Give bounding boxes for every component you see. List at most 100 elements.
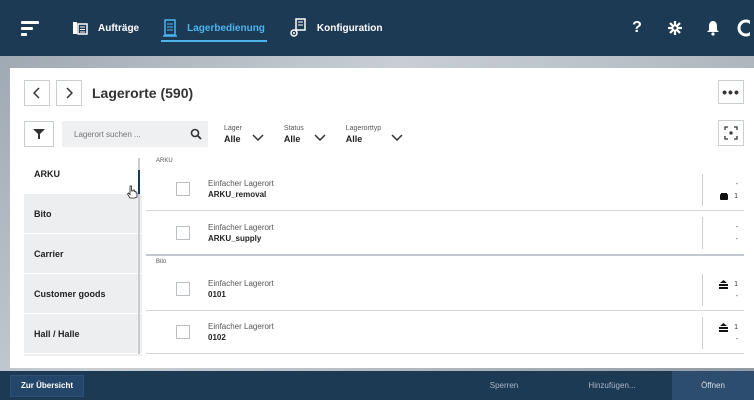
help-button[interactable]: ? bbox=[618, 0, 656, 56]
dropdown-lager[interactable]: Lager Alle bbox=[224, 124, 264, 145]
main-panel: Lagerorte (590) ••• Lager Alle Status Al… bbox=[10, 68, 754, 368]
stack-icon bbox=[719, 322, 729, 332]
hand-cursor-icon bbox=[126, 185, 138, 199]
dropdown-lagerorttyp-text: Lagerorttyp Alle bbox=[346, 124, 381, 145]
row-name: ARKU_supply bbox=[208, 233, 262, 243]
dropdown-lager-label: Lager bbox=[224, 124, 242, 132]
dropdown-status-value: Alle bbox=[283, 133, 301, 144]
row-checkbox[interactable] bbox=[176, 225, 190, 240]
row-name: 0102 bbox=[208, 333, 226, 342]
list-item[interactable]: Einfacher Lagerort 0101 1 - bbox=[146, 268, 744, 311]
sidebar-item-label: Bito bbox=[34, 208, 52, 219]
row-stock-top: 1 bbox=[715, 278, 744, 290]
nav-item-auftraege[interactable]: Aufträge bbox=[60, 0, 151, 56]
chevron-right-icon bbox=[66, 87, 73, 99]
help-icon: ? bbox=[632, 19, 642, 36]
bell-icon bbox=[707, 21, 719, 36]
row-checkbox[interactable] bbox=[176, 325, 190, 339]
scrollbar-thumb[interactable] bbox=[138, 170, 140, 194]
row-text: Einfacher Lagerort ARKU_supply bbox=[208, 222, 274, 244]
row-stock-top: - bbox=[715, 178, 744, 190]
dropdown-lagerorttyp[interactable]: Lagerorttyp Alle bbox=[346, 124, 403, 145]
row-stock-bottom-value: 1 bbox=[734, 192, 738, 200]
chevron-down-icon bbox=[314, 133, 326, 141]
row-stock-bottom: - bbox=[715, 290, 744, 302]
row-stock-info: - - bbox=[702, 217, 744, 249]
more-options-button[interactable]: ••• bbox=[718, 80, 744, 104]
filter-button[interactable] bbox=[24, 121, 54, 147]
row-type: Einfacher Lagerort bbox=[208, 222, 274, 232]
row-stock-bottom: - bbox=[715, 233, 744, 245]
list-item[interactable]: Einfacher Lagerort ARKU_supply - - bbox=[146, 211, 744, 254]
sidebar-item-hall-halle[interactable]: Hall / Halle bbox=[24, 314, 142, 354]
row-stock-top-value: 1 bbox=[734, 323, 738, 331]
row-text: Einfacher Lagerort 0102 bbox=[208, 321, 274, 343]
row-stock-info: 1 - bbox=[702, 317, 744, 349]
nav-label-auftraege: Aufträge bbox=[98, 22, 140, 34]
dropdown-lagerorttyp-value: Alle bbox=[345, 133, 363, 144]
box-icon bbox=[720, 192, 729, 200]
row-text: Einfacher Lagerort ARKU_removal bbox=[208, 178, 274, 200]
sidebar-item-customer-goods[interactable]: Customer goods bbox=[24, 274, 142, 314]
logo-icon bbox=[21, 18, 39, 39]
nav-item-konfiguration[interactable]: Konfiguration bbox=[277, 0, 395, 56]
group-header-bito: Bito bbox=[146, 254, 744, 268]
group-header-arku: ARKU bbox=[146, 154, 744, 168]
bottom-action-bar: Zur Übersicht Sperren Hinzufügen... Öffn… bbox=[0, 371, 754, 400]
sidebar-item-carrier[interactable]: Carrier bbox=[24, 234, 142, 274]
settings-button[interactable] bbox=[656, 0, 694, 56]
document-icon bbox=[72, 21, 88, 35]
sidebar-scrollbar[interactable] bbox=[138, 158, 140, 354]
dropdown-lager-text: Lager Alle bbox=[224, 124, 242, 145]
stack-icon bbox=[719, 279, 729, 289]
sidebar-item-arku[interactable]: ARKU bbox=[24, 154, 142, 194]
row-stock-top-value: 1 bbox=[734, 280, 738, 288]
more-icon: ••• bbox=[722, 84, 740, 100]
panel-header: Lagerorte (590) bbox=[24, 80, 193, 106]
row-type: Einfacher Lagerort bbox=[208, 279, 274, 288]
scan-button[interactable] bbox=[718, 120, 744, 146]
app-logo[interactable] bbox=[0, 0, 60, 56]
funnel-icon bbox=[33, 129, 45, 139]
row-name: ARKU_removal bbox=[208, 190, 267, 199]
row-type: Einfacher Lagerort bbox=[208, 322, 274, 331]
notifications-button[interactable] bbox=[694, 0, 732, 56]
dropdown-status[interactable]: Status Alle bbox=[284, 124, 326, 145]
row-stock-bottom: 1 bbox=[715, 190, 744, 202]
user-icon bbox=[737, 19, 750, 37]
nav-item-lagerbedienung[interactable]: Lagerbedienung bbox=[151, 0, 277, 56]
chevron-down-icon bbox=[391, 133, 403, 141]
dropdown-status-text: Status Alle bbox=[284, 124, 304, 145]
chevron-down-icon bbox=[252, 133, 264, 141]
overview-button[interactable]: Zur Übersicht bbox=[10, 374, 85, 397]
list-item[interactable]: Einfacher Lagerort 0102 1 - bbox=[146, 311, 744, 354]
row-stock-info: 1 - bbox=[702, 274, 744, 306]
add-button[interactable]: Hinzufügen... bbox=[568, 371, 656, 400]
row-checkbox[interactable] bbox=[176, 282, 190, 296]
dropdown-lager-value: Alle bbox=[224, 133, 241, 144]
sidebar-item-label: Carrier bbox=[34, 248, 64, 259]
shelf-icon bbox=[163, 19, 178, 37]
search-icon[interactable] bbox=[190, 127, 202, 145]
lock-button[interactable]: Sperren bbox=[466, 371, 542, 400]
dropdown-status-label: Status bbox=[283, 124, 304, 132]
filter-bar: Lager Alle Status Alle Lagerorttyp Alle bbox=[24, 120, 403, 148]
user-button[interactable] bbox=[732, 0, 754, 56]
warehouse-sidebar: ARKU Bito Carrier Customer goods Hall / … bbox=[24, 154, 142, 356]
sidebar-item-label: ARKU bbox=[34, 168, 60, 179]
row-text: Einfacher Lagerort 0101 bbox=[208, 278, 274, 300]
open-button[interactable]: Öffnen bbox=[672, 371, 754, 400]
list-item[interactable]: Einfacher Lagerort ARKU_removal - 1 bbox=[146, 168, 744, 211]
forward-button[interactable] bbox=[56, 80, 82, 106]
search-input[interactable] bbox=[62, 121, 182, 147]
sidebar-item-bito[interactable]: Bito bbox=[24, 194, 142, 234]
row-stock-top-value: - bbox=[735, 180, 738, 188]
row-checkbox[interactable] bbox=[176, 182, 190, 196]
back-button[interactable] bbox=[24, 80, 50, 106]
row-stock-top: - bbox=[715, 221, 744, 233]
row-name: 0101 bbox=[208, 290, 226, 299]
row-stock-bottom: - bbox=[715, 333, 744, 345]
row-stock-info: - 1 bbox=[702, 174, 744, 206]
row-stock-top: 1 bbox=[715, 321, 744, 333]
row-stock-bottom-value: - bbox=[735, 335, 738, 343]
